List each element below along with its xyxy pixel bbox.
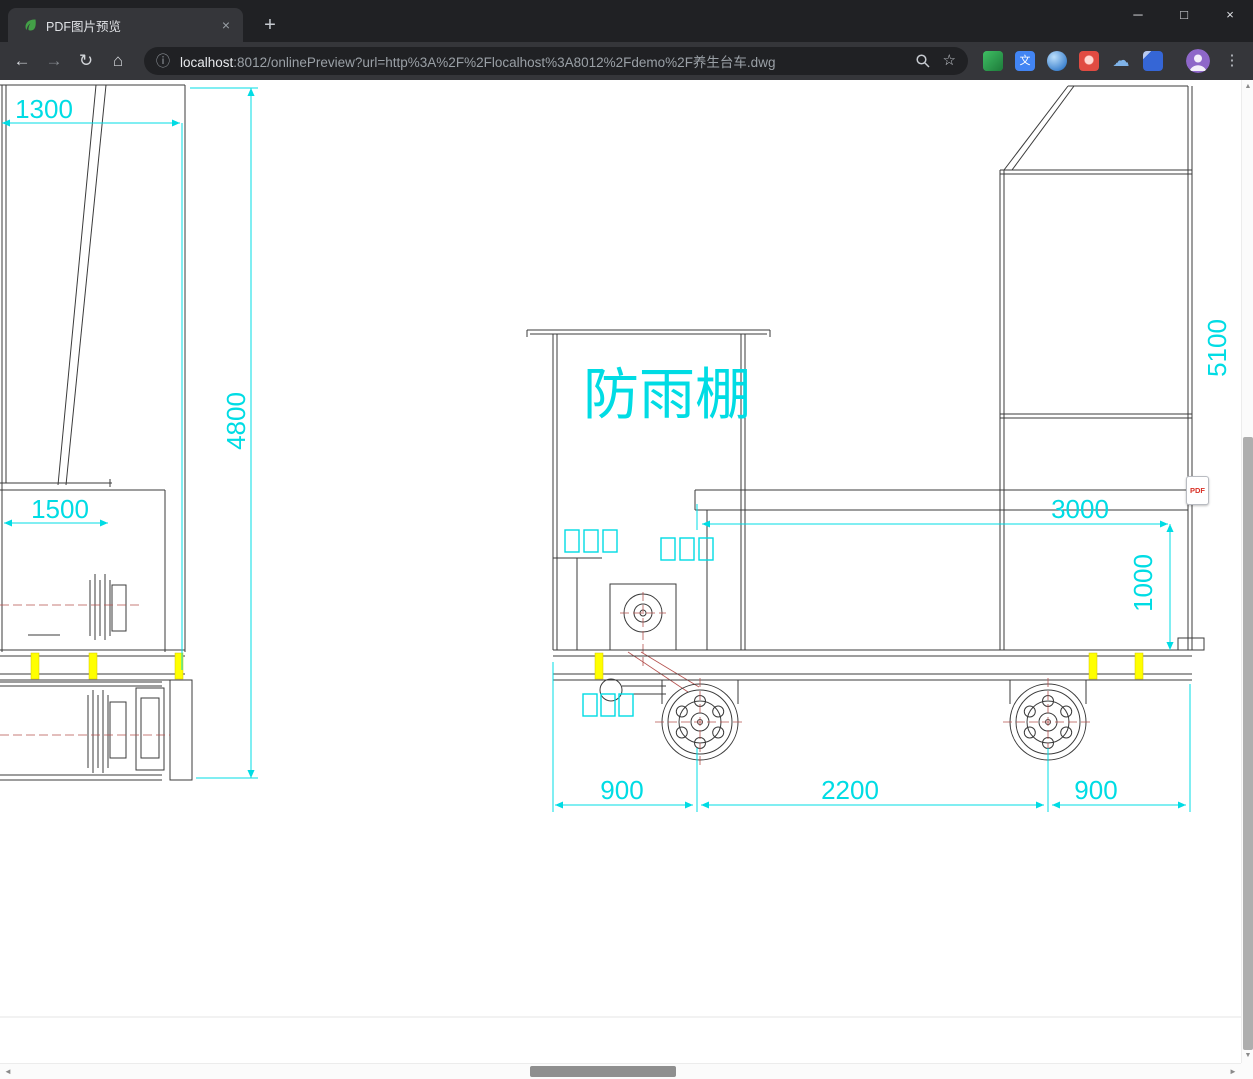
dim-900-front: 900 [600, 775, 643, 805]
extension-red-icon[interactable] [1079, 51, 1099, 71]
pdf-widget-label: PDF [1190, 486, 1205, 495]
browser-window: PDF图片预览 × + ─ □ × ← → ↻ ⌂ ⓘ localhost:80… [0, 0, 1253, 1079]
zoom-icon[interactable] [915, 53, 931, 69]
close-button[interactable]: × [1207, 0, 1253, 32]
extension-green-icon[interactable] [983, 51, 1003, 71]
horizontal-scrollbar[interactable]: ◄ ► [0, 1063, 1241, 1079]
page-info-icon[interactable]: ⓘ [156, 51, 170, 71]
extension-cloud-icon[interactable]: ☁ [1109, 49, 1133, 73]
dim-1500: 1500 [31, 494, 89, 524]
cad-drawing: 1300 4800 1500 防雨棚 5100 3000 1000 900 22… [0, 84, 1241, 1018]
horizontal-scrollbar-thumb[interactable] [530, 1066, 676, 1077]
address-bar[interactable]: ⓘ localhost:8012/onlinePreview?url=http%… [144, 47, 968, 75]
dim-900-rear: 900 [1074, 775, 1117, 805]
dim-1000: 1000 [1128, 554, 1158, 612]
dimension-lines [2, 87, 1191, 812]
tab-close-icon[interactable]: × [217, 16, 235, 34]
dim-2200: 2200 [821, 775, 879, 805]
scrollbar-corner [1241, 1063, 1253, 1079]
tab-title: PDF图片预览 [46, 19, 122, 34]
browser-menu-icon[interactable]: ⋮ [1222, 49, 1242, 73]
url-text: localhost:8012/onlinePreview?url=http%3A… [180, 51, 903, 71]
dim-4800: 4800 [221, 392, 251, 450]
url-path: :8012/onlinePreview?url=http%3A%2F%2Floc… [233, 55, 776, 70]
back-button[interactable]: ← [10, 49, 34, 73]
scroll-left-icon[interactable]: ◄ [1, 1064, 15, 1079]
reload-button[interactable]: ↻ [74, 49, 98, 73]
tab-pdf-preview[interactable]: PDF图片预览 × [8, 8, 243, 42]
tab-favicon-leaf-icon [22, 17, 38, 33]
extension-blue-circle-icon[interactable] [1047, 51, 1067, 71]
forward-button[interactable]: → [42, 49, 66, 73]
profile-avatar[interactable] [1186, 49, 1210, 73]
scroll-down-icon[interactable]: ▼ [1242, 1050, 1253, 1062]
dim-3000: 3000 [1051, 494, 1109, 524]
scroll-right-icon[interactable]: ► [1226, 1064, 1240, 1079]
maximize-button[interactable]: □ [1161, 0, 1207, 32]
tab-strip: PDF图片预览 × + ─ □ × [0, 0, 1253, 42]
new-tab-button[interactable]: + [256, 12, 284, 40]
shelter-label: 防雨棚 [583, 363, 751, 426]
left-elevation-view [0, 84, 193, 781]
dim-5100: 5100 [1202, 319, 1232, 377]
wheel-front [655, 678, 745, 766]
extension-translate-icon[interactable]: 文 [1015, 51, 1035, 71]
url-host: localhost [180, 55, 234, 70]
pdf-widget-icon[interactable]: PDF [1186, 476, 1209, 505]
browser-toolbar: ← → ↻ ⌂ ⓘ localhost:8012/onlinePreview?u… [0, 42, 1253, 80]
vertical-scrollbar-thumb[interactable] [1243, 437, 1253, 1050]
minimize-button[interactable]: ─ [1115, 0, 1161, 32]
vertical-scrollbar[interactable]: ▲ ▼ [1241, 80, 1253, 1063]
extension-shield-icon[interactable] [1143, 51, 1163, 71]
scroll-up-icon[interactable]: ▲ [1242, 81, 1253, 93]
dim-1300: 1300 [15, 94, 73, 124]
bookmark-star-icon[interactable]: ☆ [943, 53, 956, 69]
page-content: 1300 4800 1500 防雨棚 5100 3000 1000 900 22… [0, 80, 1241, 1063]
home-button[interactable]: ⌂ [106, 49, 130, 73]
window-controls: ─ □ × [1115, 0, 1253, 32]
